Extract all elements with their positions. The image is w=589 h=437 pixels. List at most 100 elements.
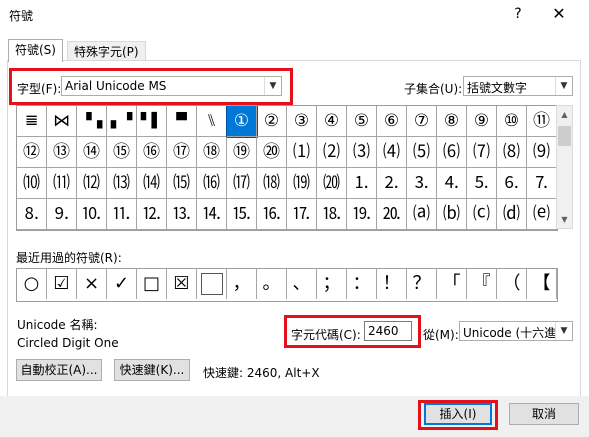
help-button[interactable]: ? [508,4,528,24]
scroll-up-icon[interactable]: ▲ [557,106,572,123]
charcode-input[interactable]: 2460 [364,321,412,341]
symbol-cell[interactable]: ⒆ [287,168,317,199]
symbol-cell[interactable]: ⑧ [437,106,467,137]
symbol-cell[interactable]: ⒛ [377,199,407,230]
autocorrect-button[interactable]: 自動校正(A)... [16,359,102,381]
recent-symbol-cell[interactable]: 。 [257,269,287,299]
symbol-cell[interactable]: ① [226,106,258,138]
symbol-cell[interactable]: ⑾ [47,168,77,199]
recent-symbol-cell[interactable]: 【 [527,269,557,299]
symbol-cell[interactable]: ⑳ [257,137,287,168]
symbol-cell[interactable]: ⑊ [197,106,227,137]
symbol-cell[interactable]: ⑹ [437,137,467,168]
symbol-cell[interactable]: ⒗ [257,199,287,230]
symbol-cell[interactable]: ④ [317,106,347,137]
symbol-cell[interactable]: ⒟ [497,199,527,230]
symbol-cell[interactable]: ⒊ [407,168,437,199]
recent-symbol-cell[interactable]: ； [317,269,347,299]
symbol-cell[interactable]: ⒙ [317,199,347,230]
cancel-button[interactable]: 取消 [509,403,579,425]
symbol-cell[interactable]: ⒉ [377,168,407,199]
symbol-cell[interactable]: ⒋ [437,168,467,199]
symbol-cell[interactable]: ⒖ [227,199,257,230]
symbol-cell[interactable]: ⑵ [317,137,347,168]
symbol-cell[interactable]: ⒑ [77,199,107,230]
symbol-cell[interactable]: ⒎ [527,168,557,199]
symbol-cell[interactable]: ⑥ [377,106,407,137]
symbol-cell[interactable]: ⒌ [467,168,497,199]
symbol-cell[interactable]: ⒏ [17,199,47,230]
recent-symbol-cell[interactable]: ☑ [47,269,77,299]
scroll-thumb[interactable] [558,126,571,146]
symbol-cell[interactable]: ⑬ [47,137,77,168]
symbol-cell[interactable]: ⒇ [317,168,347,199]
symbol-cell[interactable]: ⑭ [77,137,107,168]
tab-symbols[interactable]: 符號(S) [8,39,63,62]
recent-symbol-cell[interactable]: ： [347,269,377,299]
subset-dropdown[interactable]: 括號文數字 ▼ [463,76,573,96]
recent-symbol-cell[interactable]: 『 [467,269,497,299]
grid-scrollbar[interactable]: ▲ ▼ [556,105,573,229]
symbol-cell[interactable]: ⑨ [467,106,497,137]
symbol-cell[interactable]: ⑯ [137,137,167,168]
recent-symbol-cell[interactable]: （ [497,269,527,299]
symbol-cell[interactable]: ⑸ [407,137,437,168]
recent-symbol-cell[interactable]: 、 [287,269,317,299]
recent-symbol-cell[interactable]: 「 [437,269,467,299]
tab-special-characters[interactable]: 特殊字元(P) [67,41,146,62]
symbol-cell[interactable]: ⒝ [437,199,467,230]
symbol-cell[interactable]: ⒔ [167,199,197,230]
symbol-cell[interactable]: ⒃ [197,168,227,199]
symbol-cell[interactable]: ⑱ [197,137,227,168]
recent-symbols[interactable]: ○ ☑ × ✓ □ ☒ ，。、；：！？「『（【 [16,268,558,302]
symbol-cell[interactable]: ⑤ [347,106,377,137]
symbol-cell[interactable]: ⒞ [467,199,497,230]
symbol-cell[interactable]: ⑺ [467,137,497,168]
recent-symbol-cell[interactable]: □ [137,269,167,299]
recent-symbol-cell[interactable]: ？ [407,269,437,299]
symbol-cell[interactable]: ⒒ [107,199,137,230]
symbol-cell[interactable]: ⒐ [47,199,77,230]
symbol-cell[interactable]: ⑻ [497,137,527,168]
symbol-cell[interactable]: ⑲ [227,137,257,168]
symbol-cell[interactable]: ⑽ [17,168,47,199]
recent-symbol-cell[interactable]: × [77,269,107,299]
symbol-cell[interactable]: ⒕ [197,199,227,230]
from-dropdown[interactable]: Unicode (十六進 ▼ [459,321,573,341]
symbol-cell[interactable]: 𝌆 [17,106,47,137]
symbol-cell[interactable]: ⒂ [167,168,197,199]
symbol-cell[interactable]: ▖▝ [107,106,137,137]
close-button[interactable]: ✕ [546,4,572,24]
symbol-cell[interactable]: ⑼ [527,137,557,168]
symbol-cell[interactable]: ⒓ [137,199,167,230]
symbol-cell[interactable]: ⒁ [137,168,167,199]
recent-symbol-cell[interactable]: ○ [17,269,47,299]
symbol-cell[interactable]: ⑴ [287,137,317,168]
scroll-down-icon[interactable]: ▼ [557,211,572,228]
symbol-cell[interactable]: ▝▗ [77,106,107,137]
symbol-cell[interactable]: ⒘ [287,199,317,230]
symbol-cell[interactable]: ⒈ [347,168,377,199]
symbol-cell[interactable]: ② [257,106,287,137]
symbol-cell[interactable]: ⒅ [257,168,287,199]
symbol-cell[interactable]: ▝▘ [167,106,197,137]
symbol-cell[interactable]: ⒜ [407,199,437,230]
shortcut-key-button[interactable]: 快速鍵(K)... [114,359,190,381]
recent-symbol-cell[interactable]: ✓ [107,269,137,299]
symbol-cell[interactable]: ⑰ [167,137,197,168]
recent-symbol-cell[interactable]: ， [227,269,257,299]
symbol-cell[interactable]: ▘▌ [137,106,167,137]
symbol-cell[interactable]: ⒀ [107,168,137,199]
symbol-grid[interactable]: 𝌆 ⋈ ▝▗ ▖▝ ▘▌ ▝▘ ⑊ ① ② ③ ④ ⑤ ⑥ ⑦ ⑧ ⑨ ⑩ ⑪ ⑫ ⑬ ⑭ ⑮ ⑯ ⑰ ⑱ ⑲ ⑳ ⑴ ⑵ ⑶ ⑷ ⑸ ⑹ ⑺ ⑻ ⑼… [16,105,558,231]
insert-button[interactable]: 插入(I) [424,403,492,425]
symbol-cell[interactable]: ⑶ [347,137,377,168]
symbol-cell[interactable]: ⑩ [497,106,527,137]
recent-symbol-cell[interactable]: ！ [377,269,407,299]
symbol-cell[interactable]: ⑷ [377,137,407,168]
recent-symbol-cell[interactable]: ☒ [167,269,197,299]
symbol-cell[interactable]: ③ [287,106,317,137]
recent-symbol-cell[interactable] [197,269,227,299]
symbol-cell[interactable]: ⑪ [527,106,557,137]
symbol-cell[interactable]: ⒚ [347,199,377,230]
symbol-cell[interactable]: ⑫ [17,137,47,168]
